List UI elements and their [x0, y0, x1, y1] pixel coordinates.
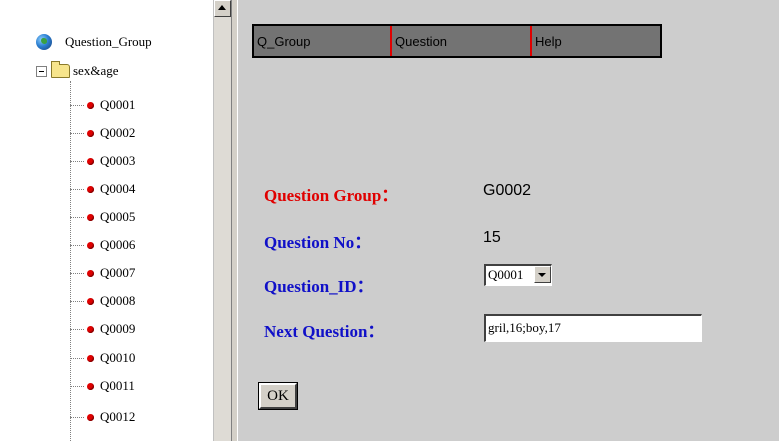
- tree-item-label: Q0004: [100, 181, 136, 196]
- tree-item-label: Q0005: [100, 209, 136, 224]
- question-group-value: G0002: [483, 182, 532, 199]
- tree-scrollbar[interactable]: [213, 0, 231, 441]
- question-group-label: Question Group：: [264, 186, 399, 205]
- tree-item-q0009[interactable]: Q0009: [70, 320, 135, 338]
- frame-splitter[interactable]: [231, 0, 238, 441]
- ok-button[interactable]: OK: [258, 382, 298, 410]
- tree-item-q0006[interactable]: Q0006: [70, 236, 135, 254]
- tree-item-label: Q0010: [100, 350, 136, 365]
- question-no-label: Question No：: [264, 233, 372, 252]
- menu-item-q-group[interactable]: Q_Group: [254, 26, 390, 56]
- question-detail-panel: Q_Group Question Help Question Group： G0…: [238, 0, 779, 441]
- tree-item-q0004[interactable]: Q0004: [70, 180, 135, 198]
- dropdown-arrow-icon[interactable]: [534, 266, 551, 283]
- red-bullet-icon: [87, 101, 94, 109]
- tree-item-q0011[interactable]: Q0011: [70, 377, 135, 395]
- red-bullet-icon: [87, 157, 94, 165]
- red-bullet-icon: [87, 382, 94, 390]
- tree-root-label: Question_Group: [65, 34, 152, 49]
- question-id-selected-value: Q0001: [488, 267, 524, 282]
- folder-open-icon: [51, 61, 70, 78]
- red-bullet-icon: [87, 185, 94, 193]
- question-id-select[interactable]: Q0001: [484, 264, 552, 286]
- tree-item-q0003[interactable]: Q0003: [70, 152, 135, 170]
- red-bullet-icon: [87, 269, 94, 277]
- tree-item-q0002[interactable]: Q0002: [70, 124, 135, 142]
- question-tree-panel: Question_Group sex&age Q0001 Q0002 Q0003…: [0, 0, 213, 441]
- red-bullet-icon: [87, 213, 94, 221]
- menu-item-question[interactable]: Question: [390, 26, 530, 56]
- question-no-value: 15: [483, 229, 501, 246]
- next-question-label: Next Question：: [264, 322, 385, 341]
- collapse-icon[interactable]: [36, 65, 47, 77]
- red-bullet-icon: [87, 354, 94, 362]
- menu-item-help[interactable]: Help: [530, 26, 660, 56]
- tree-item-label: Q0012: [100, 409, 136, 424]
- menu-bar: Q_Group Question Help: [252, 24, 662, 58]
- tree-folder-sex-age[interactable]: sex&age: [36, 61, 119, 80]
- tree-item-label: Q0003: [100, 153, 136, 168]
- scroll-up-button[interactable]: [214, 0, 231, 17]
- tree-item-label: Q0011: [100, 378, 135, 393]
- arrow-up-icon: [218, 5, 226, 10]
- tree-item-q0010[interactable]: Q0010: [70, 349, 135, 367]
- red-bullet-icon: [87, 413, 94, 421]
- tree-folder-label: sex&age: [73, 63, 119, 78]
- globe-icon: [36, 34, 52, 50]
- tree-item-q0012[interactable]: Q0012: [70, 408, 135, 426]
- tree-item-q0008[interactable]: Q0008: [70, 292, 135, 310]
- red-bullet-icon: [87, 241, 94, 249]
- tree-item-label: Q0002: [100, 125, 136, 140]
- tree-item-label: Q0006: [100, 237, 136, 252]
- red-bullet-icon: [87, 129, 94, 137]
- tree-item-q0007[interactable]: Q0007: [70, 264, 135, 282]
- red-bullet-icon: [87, 297, 94, 305]
- tree-item-label: Q0009: [100, 321, 136, 336]
- tree-item-q0005[interactable]: Q0005: [70, 208, 135, 226]
- tree-item-label: Q0001: [100, 97, 136, 112]
- tree-item-label: Q0007: [100, 265, 136, 280]
- next-question-input[interactable]: gril,16;boy,17: [484, 314, 702, 342]
- tree-root[interactable]: Question_Group: [36, 33, 152, 51]
- tree-item-q0001[interactable]: Q0001: [70, 96, 135, 114]
- question-id-label: Question_ID：: [264, 277, 374, 296]
- tree-item-label: Q0008: [100, 293, 136, 308]
- red-bullet-icon: [87, 325, 94, 333]
